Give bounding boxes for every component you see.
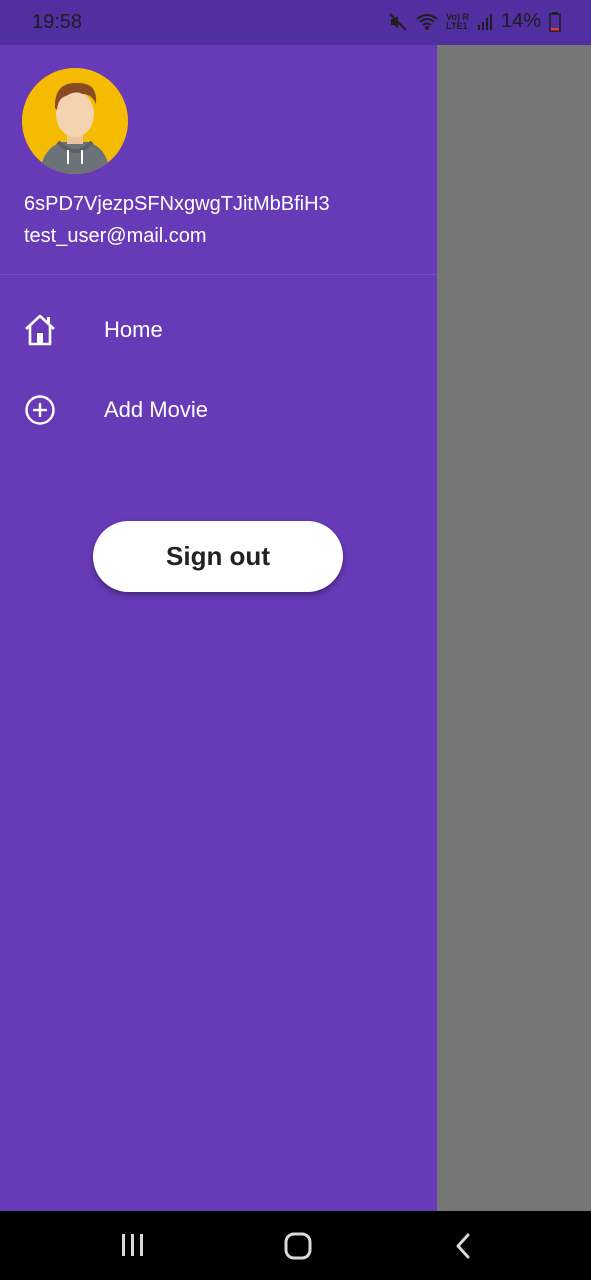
home-icon <box>25 314 55 346</box>
status-icons: Vo) R LTE1 14% <box>388 10 561 33</box>
home-circle-icon[interactable] <box>283 1231 313 1261</box>
recents-icon[interactable] <box>120 1231 146 1259</box>
header-divider <box>0 274 437 275</box>
network-label: Vo) R LTE1 <box>446 12 469 31</box>
status-time: 19:58 <box>32 11 83 33</box>
network-label-bottom: LTE1 <box>446 20 468 31</box>
add-circle-icon <box>25 395 55 425</box>
mute-icon <box>389 12 407 31</box>
nav-item-add-movie[interactable]: Add Movie <box>0 375 437 445</box>
back-icon[interactable] <box>452 1231 474 1261</box>
navigation-drawer: 6sPD7VjezpSFNxgwgTJitMbBfiH3 test_user@m… <box>0 45 437 1211</box>
nav-item-add-movie-label: Add Movie <box>104 397 208 422</box>
battery-icon <box>549 11 561 32</box>
wifi-icon <box>416 13 438 30</box>
content-scrim[interactable] <box>437 45 591 1211</box>
battery-percent: 14% <box>500 10 541 32</box>
status-bar: 19:58 Vo) R LTE1 14% <box>0 0 591 45</box>
avatar <box>22 68 128 174</box>
user-avatar-icon <box>22 68 128 174</box>
user-id: 6sPD7VjezpSFNxgwgTJitMbBfiH3 <box>24 193 330 215</box>
system-navigation-bar <box>0 1211 591 1280</box>
nav-item-home-label: Home <box>104 317 163 342</box>
nav-item-home[interactable]: Home <box>0 295 437 365</box>
signal-icon <box>477 13 492 30</box>
sign-out-button[interactable]: Sign out <box>93 521 343 592</box>
user-email: test_user@mail.com <box>24 225 207 247</box>
